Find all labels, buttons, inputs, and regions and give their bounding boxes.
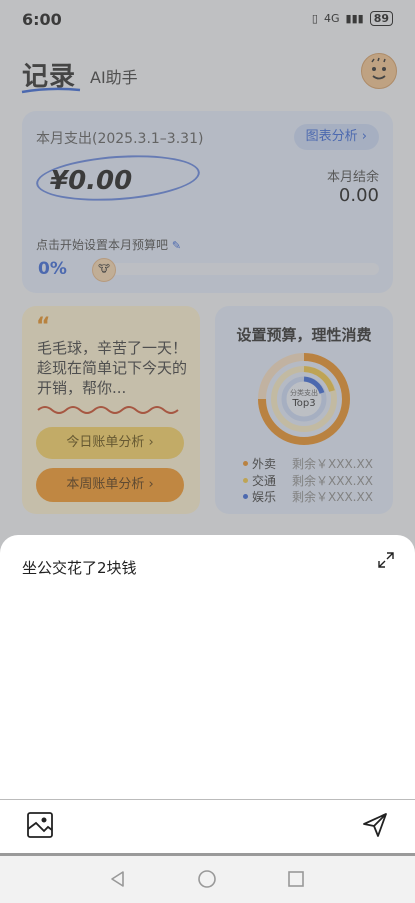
expand-icon[interactable]	[377, 551, 395, 569]
back-icon[interactable]	[108, 869, 128, 889]
system-nav-bar	[0, 853, 415, 903]
home-icon[interactable]	[197, 869, 217, 889]
message-input[interactable]: 坐公交花了2块钱	[22, 557, 137, 578]
send-icon[interactable]	[361, 811, 389, 839]
image-icon[interactable]	[26, 811, 54, 839]
input-bottom-sheet: 坐公交花了2块钱	[0, 535, 415, 853]
recents-icon[interactable]	[286, 869, 306, 889]
sheet-divider	[0, 799, 415, 800]
